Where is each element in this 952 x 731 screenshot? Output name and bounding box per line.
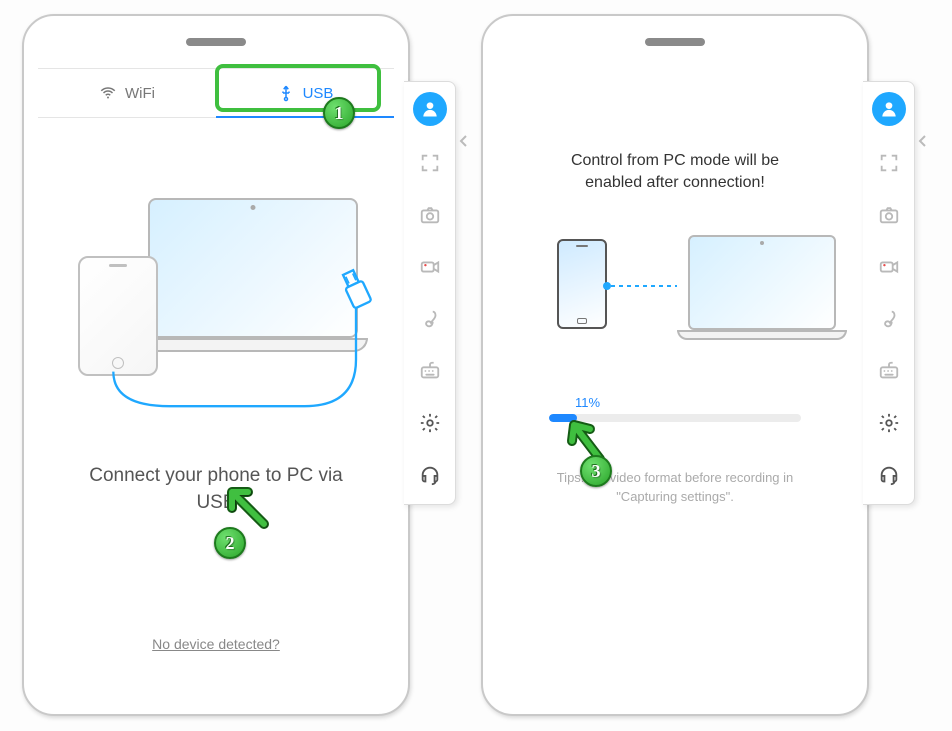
record-button[interactable] bbox=[415, 252, 445, 282]
connection-tabs: WiFi USB bbox=[38, 68, 394, 118]
progress-bar bbox=[549, 414, 801, 422]
fullscreen-button[interactable] bbox=[415, 148, 445, 178]
user-account-button[interactable] bbox=[413, 92, 447, 126]
small-laptop-icon bbox=[677, 235, 847, 340]
phone-screen-left: WiFi USB bbox=[38, 62, 394, 700]
toolbar-sidebar bbox=[404, 81, 456, 505]
support-button[interactable] bbox=[874, 460, 904, 490]
settings-button[interactable] bbox=[415, 408, 445, 438]
usb-icon bbox=[277, 84, 295, 102]
phone-screen-right: Control from PC mode will be enabled aft… bbox=[497, 62, 853, 700]
phone-mockup-right: Control from PC mode will be enabled aft… bbox=[481, 14, 869, 716]
headset-icon bbox=[878, 464, 900, 486]
no-device-link[interactable]: No device detected? bbox=[152, 636, 280, 652]
support-button[interactable] bbox=[415, 460, 445, 490]
tips-text: Tips: the video format before recording … bbox=[517, 468, 833, 507]
illustration-usb-connect bbox=[48, 188, 384, 433]
sidebar-collapse-chevron[interactable] bbox=[458, 134, 468, 153]
main-panel-left: Connect your phone to PC via USB No devi… bbox=[38, 118, 394, 654]
tips-body: the video format before recording in "Ca… bbox=[584, 470, 793, 505]
phone-icon bbox=[78, 256, 158, 376]
settings-button[interactable] bbox=[874, 408, 904, 438]
tab-usb-label: USB bbox=[303, 85, 334, 102]
laptop-icon bbox=[138, 198, 368, 368]
chevron-left-icon bbox=[458, 134, 468, 148]
keyboard-button[interactable] bbox=[874, 356, 904, 386]
connect-instruction-text: Connect your phone to PC via USB bbox=[48, 463, 384, 516]
small-phone-icon bbox=[557, 239, 607, 329]
camera-icon bbox=[878, 204, 900, 226]
screenshot-button[interactable] bbox=[415, 200, 445, 230]
tab-usb[interactable]: USB bbox=[216, 69, 394, 117]
sidebar-collapse-chevron[interactable] bbox=[917, 134, 927, 153]
toolbar-sidebar bbox=[863, 81, 915, 505]
user-account-button[interactable] bbox=[872, 92, 906, 126]
wifi-icon bbox=[99, 84, 117, 102]
illustration-phone-laptop bbox=[517, 235, 833, 355]
record-button[interactable] bbox=[874, 252, 904, 282]
progress-percent-label: 11% bbox=[575, 395, 801, 410]
chevron-left-icon bbox=[917, 134, 927, 148]
record-icon bbox=[878, 256, 900, 278]
gear-icon bbox=[419, 412, 441, 434]
gear-icon bbox=[878, 412, 900, 434]
keyboard-icon bbox=[878, 360, 900, 382]
user-icon bbox=[879, 99, 899, 119]
progress-area: 11% bbox=[517, 395, 833, 422]
whiteboard-button[interactable] bbox=[415, 304, 445, 334]
screenshot-button[interactable] bbox=[874, 200, 904, 230]
user-icon bbox=[420, 99, 440, 119]
fullscreen-button[interactable] bbox=[874, 148, 904, 178]
progress-fill bbox=[549, 414, 577, 422]
fullscreen-icon bbox=[878, 152, 900, 174]
main-panel-right: Control from PC mode will be enabled aft… bbox=[497, 62, 853, 507]
camera-icon bbox=[419, 204, 441, 226]
connection-line-icon bbox=[611, 285, 677, 287]
keyboard-icon bbox=[419, 360, 441, 382]
headset-icon bbox=[419, 464, 441, 486]
tab-wifi-label: WiFi bbox=[125, 85, 155, 102]
brush-icon bbox=[419, 308, 441, 330]
tips-prefix: Tips: bbox=[557, 470, 585, 485]
connection-heading: Control from PC mode will be enabled aft… bbox=[517, 150, 833, 195]
tab-wifi[interactable]: WiFi bbox=[38, 69, 216, 117]
whiteboard-button[interactable] bbox=[874, 304, 904, 334]
phone-mockup-left: WiFi USB bbox=[22, 14, 410, 716]
phone-speaker bbox=[645, 38, 705, 46]
phone-speaker bbox=[186, 38, 246, 46]
fullscreen-icon bbox=[419, 152, 441, 174]
keyboard-button[interactable] bbox=[415, 356, 445, 386]
brush-icon bbox=[878, 308, 900, 330]
record-icon bbox=[419, 256, 441, 278]
